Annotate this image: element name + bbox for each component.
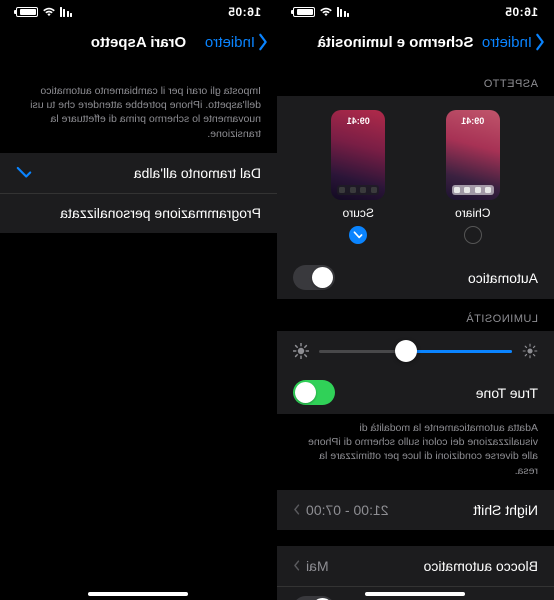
appearance-option-dark[interactable]: 09:41 Scuro xyxy=(331,110,385,244)
brightness-slider-row xyxy=(277,331,554,371)
true-tone-footer: Adatta automaticamente la modalità di vi… xyxy=(277,414,554,490)
sun-large-icon xyxy=(293,343,309,359)
raise-to-wake-switch[interactable] xyxy=(293,596,335,600)
section-header-luminosita: LUMINOSITÀ xyxy=(277,299,554,331)
home-indicator[interactable] xyxy=(366,592,466,596)
automatic-label: Automatico xyxy=(468,270,538,286)
appearance-option-light[interactable]: 09:41 Chiaro xyxy=(446,110,500,244)
radio-off-icon xyxy=(464,226,482,244)
back-button[interactable]: Indietro xyxy=(205,33,269,51)
automatic-row: Automatico xyxy=(277,256,554,299)
back-label: Indietro xyxy=(482,34,532,51)
checkmark-icon xyxy=(16,166,32,179)
cellular-signal-icon xyxy=(337,7,350,17)
chevron-right-icon xyxy=(293,560,300,571)
true-tone-label: True Tone xyxy=(476,385,538,401)
sun-small-icon xyxy=(522,343,538,359)
preview-time: 09:41 xyxy=(446,116,500,126)
appearance-label-dark: Scuro xyxy=(343,206,374,220)
status-icons xyxy=(293,7,350,17)
brightness-slider[interactable] xyxy=(319,350,512,353)
battery-icon xyxy=(293,7,315,17)
true-tone-switch[interactable] xyxy=(293,380,335,405)
chevron-back-icon xyxy=(257,33,269,51)
nav-bar: Indietro Orari Aspetto xyxy=(0,20,277,64)
custom-schedule-row[interactable]: Programmazione personalizzata xyxy=(0,193,277,233)
true-tone-row: True Tone xyxy=(277,371,554,414)
custom-schedule-label: Programmazione personalizzata xyxy=(60,205,261,221)
radio-on-icon xyxy=(349,226,367,244)
status-time: 16:05 xyxy=(505,5,538,19)
section-header-aspetto: ASPETTO xyxy=(277,64,554,96)
night-shift-detail: 21:00 - 07:00 xyxy=(306,502,389,518)
preview-time: 09:41 xyxy=(331,116,385,126)
home-indicator[interactable] xyxy=(89,592,189,596)
night-shift-label: Night Shift xyxy=(473,502,538,518)
back-button[interactable]: Indietro xyxy=(482,33,546,51)
appearance-picker: 09:41 Chiaro 09:41 Scuro xyxy=(277,96,554,256)
status-icons xyxy=(16,7,73,17)
night-shift-row[interactable]: Night Shift 21:00 - 07:00 xyxy=(277,490,554,530)
auto-lock-label: Blocco automatico xyxy=(424,558,538,574)
chevron-right-icon xyxy=(293,504,300,515)
schedule-description: Imposta gli orari per il cambiamento aut… xyxy=(0,64,277,153)
auto-lock-detail: Mai xyxy=(306,558,329,574)
status-bar: 16:05 xyxy=(277,0,554,20)
preview-light-icon: 09:41 xyxy=(446,110,500,200)
back-label: Indietro xyxy=(205,34,255,51)
status-time: 16:05 xyxy=(228,5,261,19)
automatic-switch[interactable] xyxy=(293,265,335,290)
preview-dark-icon: 09:41 xyxy=(331,110,385,200)
auto-lock-row[interactable]: Blocco automatico Mai xyxy=(277,546,554,586)
appearance-label-light: Chiaro xyxy=(455,206,490,220)
wifi-icon xyxy=(319,7,333,17)
sunset-to-sunrise-row[interactable]: Dal tramonto all'alba xyxy=(0,153,277,193)
status-bar: 16:05 xyxy=(0,0,277,20)
sunset-to-sunrise-label: Dal tramonto all'alba xyxy=(134,165,261,181)
battery-icon xyxy=(16,7,38,17)
nav-bar: Indietro Schermo e luminosità xyxy=(277,20,554,64)
wifi-icon xyxy=(42,7,56,17)
cellular-signal-icon xyxy=(60,7,73,17)
chevron-back-icon xyxy=(534,33,546,51)
